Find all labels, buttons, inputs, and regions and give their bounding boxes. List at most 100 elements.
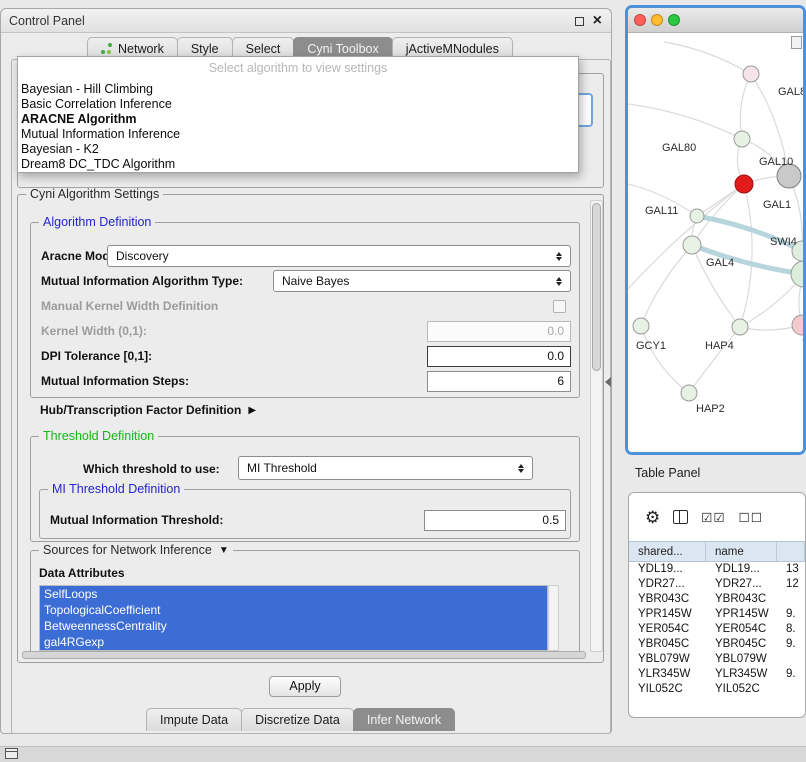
network-edge[interactable] <box>664 42 751 74</box>
table-row[interactable]: YPR145WYPR145W9. <box>629 607 805 622</box>
algorithm-option-mutual-information-inference[interactable]: Mutual Information Inference <box>18 127 578 142</box>
table-cell[interactable]: YPR145W <box>629 607 706 622</box>
close-window-icon[interactable]: × <box>593 9 602 33</box>
settings-vertical-scrollbar[interactable] <box>590 200 603 652</box>
close-traffic-light-icon[interactable] <box>634 14 646 26</box>
table-row[interactable]: YIL052CYIL052C <box>629 682 805 697</box>
table-cell[interactable]: YIL052C <box>706 682 777 697</box>
table-row[interactable]: YDL19...YDL19...13 <box>629 562 805 577</box>
network-edge[interactable] <box>689 327 740 393</box>
table-cell[interactable] <box>777 652 805 667</box>
table-cell[interactable]: YLR345W <box>706 667 777 682</box>
table-cell[interactable]: 9. <box>777 637 805 652</box>
table-cell[interactable]: 12 <box>777 577 805 592</box>
network-node[interactable] <box>792 315 803 335</box>
table-cell[interactable]: YBR045C <box>706 637 777 652</box>
control-panel-titlebar[interactable]: Control Panel × <box>1 9 611 33</box>
attributes-list-scrollbar[interactable] <box>548 585 559 651</box>
network-graph[interactable]: GAL8GAL80GAL10GAL11GAL1SWI4GAL4GCY1HAP4Y… <box>628 34 803 452</box>
column-header-name[interactable]: name <box>706 542 777 561</box>
table-cell[interactable]: YDR27... <box>629 577 706 592</box>
network-edge[interactable] <box>740 74 751 139</box>
table-cell[interactable]: YBR045C <box>629 637 706 652</box>
overview-toggle-icon[interactable] <box>791 36 802 49</box>
data-attributes-list[interactable]: SelfLoopsTopologicalCoefficientBetweenne… <box>39 585 548 651</box>
network-edge[interactable] <box>641 326 689 393</box>
algorithm-option-bayesian-k2[interactable]: Bayesian - K2 <box>18 142 578 157</box>
network-window-titlebar[interactable] <box>628 8 803 33</box>
network-node[interactable] <box>732 319 748 335</box>
kernel-width-field[interactable]: 0.0 <box>427 321 571 342</box>
table-cell[interactable] <box>777 592 805 607</box>
table-cell[interactable]: YBL079W <box>706 652 777 667</box>
sources-toggle[interactable]: Sources for Network Inference▼ <box>39 543 233 557</box>
network-edge[interactable] <box>628 184 744 289</box>
network-node[interactable] <box>735 175 753 193</box>
network-edge[interactable] <box>641 245 692 326</box>
table-row[interactable]: YER054CYER054C8. <box>629 622 805 637</box>
table-cell[interactable] <box>777 682 805 697</box>
algorithm-option-aracne-algorithm[interactable]: ARACNE Algorithm <box>18 112 578 127</box>
zoom-traffic-light-icon[interactable] <box>668 14 680 26</box>
mi-steps-field[interactable]: 6 <box>427 371 571 392</box>
mi-threshold-field[interactable]: 0.5 <box>424 510 566 531</box>
column-header-partial[interactable] <box>777 542 805 561</box>
table-cell[interactable]: YBR043C <box>629 592 706 607</box>
bottom-tab-discretize-data[interactable]: Discretize Data <box>241 708 354 731</box>
gear-icon[interactable]: ⚙ <box>645 509 660 526</box>
table-cell[interactable]: 9. <box>777 667 805 682</box>
table-cell[interactable]: YBL079W <box>629 652 706 667</box>
table-cell[interactable]: YDR27... <box>706 577 777 592</box>
table-cell[interactable]: YER054C <box>706 622 777 637</box>
bottom-tab-impute-data[interactable]: Impute Data <box>146 708 242 731</box>
table-row[interactable]: YBR043CYBR043C <box>629 592 805 607</box>
column-header-shared-name[interactable]: shared... <box>629 542 706 561</box>
network-node[interactable] <box>791 261 803 287</box>
hub-definition-toggle[interactable]: Hub/Transcription Factor Definition▶ <box>40 402 256 418</box>
attribute-item-selfloops[interactable]: SelfLoops <box>40 586 547 602</box>
table-cell[interactable]: YPR145W <box>706 607 777 622</box>
network-node[interactable] <box>681 385 697 401</box>
table-cell[interactable]: 9. <box>777 607 805 622</box>
network-canvas[interactable]: GAL8GAL80GAL10GAL11GAL1SWI4GAL4GCY1HAP4Y… <box>628 34 803 452</box>
algorithm-option-basic-correlation-inference[interactable]: Basic Correlation Inference <box>18 97 578 112</box>
attribute-item-betweennesscentrality[interactable]: BetweennessCentrality <box>40 618 547 634</box>
table-row[interactable]: YBL079WYBL079W <box>629 652 805 667</box>
table-cell[interactable]: YDL19... <box>706 562 777 577</box>
float-window-icon[interactable] <box>575 17 584 26</box>
which-threshold-select[interactable]: MI Threshold <box>238 456 533 480</box>
settings-horizontal-scrollbar[interactable] <box>22 651 586 659</box>
table-row[interactable]: YDR27...YDR27...12 <box>629 577 805 592</box>
minimize-traffic-light-icon[interactable] <box>651 14 663 26</box>
table-cell[interactable]: 13 <box>777 562 805 577</box>
network-node[interactable] <box>683 236 701 254</box>
table-cell[interactable]: YDL19... <box>629 562 706 577</box>
network-edge[interactable] <box>628 104 742 139</box>
attribute-item-topologicalcoefficient[interactable]: TopologicalCoefficient <box>40 602 547 618</box>
table-cell[interactable]: 8. <box>777 622 805 637</box>
add-column-icon[interactable] <box>673 510 688 524</box>
network-node[interactable] <box>633 318 649 334</box>
apply-button[interactable]: Apply <box>269 676 341 697</box>
deselect-all-checks-icon[interactable]: ☐☐ <box>739 510 763 525</box>
network-node[interactable] <box>734 131 750 147</box>
table-cell[interactable]: YIL052C <box>629 682 706 697</box>
dpi-tolerance-field[interactable]: 0.0 <box>427 346 571 367</box>
restore-panel-icon[interactable] <box>5 748 18 759</box>
bottom-tab-infer-network[interactable]: Infer Network <box>353 708 455 731</box>
network-node[interactable] <box>743 66 759 82</box>
network-node[interactable] <box>690 209 704 223</box>
scrollbar-thumb[interactable] <box>592 203 601 371</box>
aracne-mode-select[interactable]: Discovery <box>107 245 571 267</box>
mi-algorithm-type-select[interactable]: Naive Bayes <box>273 270 571 292</box>
network-edge[interactable] <box>740 184 752 327</box>
algorithm-option-dream8-dc-tdc-algorithm[interactable]: Dream8 DC_TDC Algorithm <box>18 157 578 172</box>
table-cell[interactable]: YLR345W <box>629 667 706 682</box>
table-row[interactable]: YLR345WYLR345W9. <box>629 667 805 682</box>
select-all-checks-icon[interactable]: ☑☑ <box>701 510 725 525</box>
manual-kernel-checkbox[interactable] <box>553 300 566 313</box>
table-row[interactable]: YBR045CYBR045C9. <box>629 637 805 652</box>
attribute-item-gal4rgexp[interactable]: gal4RGexp <box>40 634 547 650</box>
table-cell[interactable]: YBR043C <box>706 592 777 607</box>
algorithm-option-bayesian-hill-climbing[interactable]: Bayesian - Hill Climbing <box>18 82 578 97</box>
